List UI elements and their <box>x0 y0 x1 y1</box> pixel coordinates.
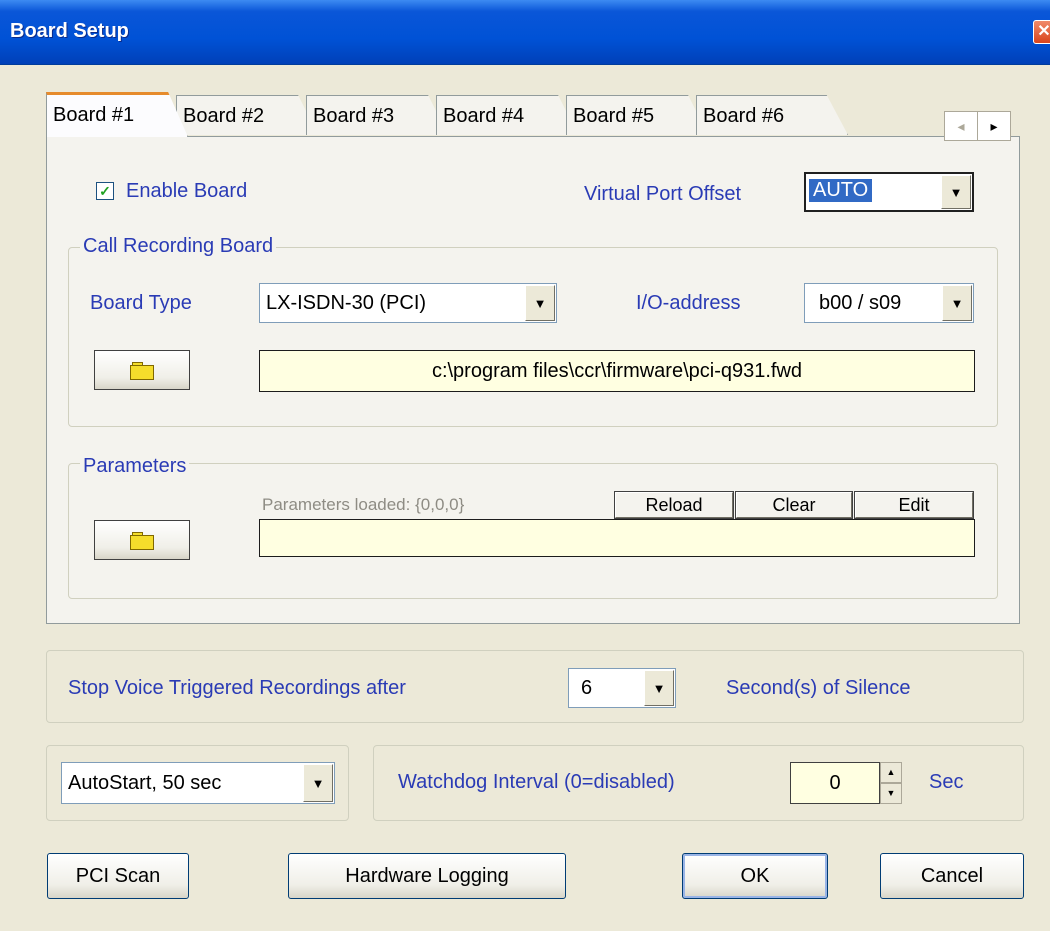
folder-icon <box>130 532 154 550</box>
firmware-path-field[interactable]: c:\program files\ccr\firmware\pci-q931.f… <box>259 350 975 392</box>
board-type-select[interactable]: LX-ISDN-30 (PCI) ▼ <box>259 283 557 323</box>
call-recording-board-group-label: Call Recording Board <box>80 235 277 258</box>
tab-label: Board #4 <box>443 105 525 127</box>
virtual-port-offset-select[interactable]: AUTO ▼ <box>804 172 974 212</box>
tab-board-3[interactable]: Board #3 <box>306 95 448 135</box>
close-icon: ✕ <box>1037 23 1050 40</box>
spin-down-icon: ▼ <box>886 788 896 798</box>
tab-board-2[interactable]: Board #2 <box>176 95 318 135</box>
tab-label: Board #1 <box>53 104 135 126</box>
close-button[interactable]: ✕ <box>1033 20 1050 44</box>
watchdog-interval-value: 0 <box>829 772 841 794</box>
virtual-port-offset-value: AUTO <box>809 179 873 202</box>
tab-board-4[interactable]: Board #4 <box>436 95 578 135</box>
silence-seconds-select[interactable]: 6 ▼ <box>568 668 676 708</box>
enable-board-checkbox[interactable]: ✓ <box>96 182 114 200</box>
cancel-label: Cancel <box>920 864 984 887</box>
tab-label: Board #6 <box>703 105 785 127</box>
ok-button[interactable]: OK <box>682 853 828 899</box>
chevron-down-icon: ▼ <box>644 670 674 706</box>
clear-label: Clear <box>772 494 816 515</box>
watchdog-spin-down[interactable]: ▼ <box>880 783 902 804</box>
parameters-field[interactable] <box>259 519 975 557</box>
chevron-down-icon: ▼ <box>303 764 333 802</box>
chevron-left-icon: ◂ <box>957 118 965 134</box>
io-address-value: b00 / s09 <box>819 292 902 314</box>
silence-suffix-label: Second(s) of Silence <box>726 677 911 699</box>
clear-button[interactable]: Clear <box>735 491 853 519</box>
firmware-path-value: c:\program files\ccr\firmware\pci-q931.f… <box>431 360 803 382</box>
tab-board-5[interactable]: Board #5 <box>566 95 708 135</box>
watchdog-unit-label: Sec <box>929 771 964 793</box>
ok-label: OK <box>740 864 770 887</box>
parameters-loaded-text: Parameters loaded: {0,0,0} <box>262 495 465 514</box>
watchdog-interval-input[interactable]: 0 <box>790 762 880 804</box>
tab-board-6[interactable]: Board #6 <box>696 95 848 135</box>
silence-seconds-value: 6 <box>581 677 593 699</box>
reload-button[interactable]: Reload <box>614 491 734 519</box>
chevron-down-icon: ▼ <box>941 175 971 209</box>
cancel-button[interactable]: Cancel <box>880 853 1024 899</box>
chevron-right-icon: ▸ <box>990 118 998 134</box>
autostart-select[interactable]: AutoStart, 50 sec ▼ <box>61 762 335 804</box>
tab-label: Board #2 <box>183 105 265 127</box>
silence-prefix-label: Stop Voice Triggered Recordings after <box>68 677 406 699</box>
title-bar: Board Setup ✕ <box>0 0 1050 65</box>
spin-up-icon: ▲ <box>886 767 896 777</box>
hardware-logging-label: Hardware Logging <box>345 864 509 887</box>
tab-scroll-left-button[interactable]: ◂ <box>944 111 978 141</box>
enable-board-label: Enable Board <box>126 180 248 202</box>
pci-scan-button[interactable]: PCI Scan <box>47 853 189 899</box>
reload-label: Reload <box>645 494 703 515</box>
tab-label: Board #3 <box>313 105 395 127</box>
tab-board-1[interactable]: Board #1 <box>46 92 188 137</box>
call-recording-board-group <box>68 247 998 427</box>
io-address-label: I/O-address <box>636 292 741 314</box>
folder-icon <box>130 362 154 380</box>
chevron-down-icon: ▼ <box>942 285 972 321</box>
watchdog-label: Watchdog Interval (0=disabled) <box>398 771 675 793</box>
tab-label: Board #5 <box>573 105 655 127</box>
virtual-port-offset-label: Virtual Port Offset <box>584 183 742 205</box>
chevron-down-icon: ▼ <box>525 285 555 321</box>
autostart-value: AutoStart, 50 sec <box>68 772 222 794</box>
hardware-logging-button[interactable]: Hardware Logging <box>288 853 566 899</box>
board-type-value: LX-ISDN-30 (PCI) <box>266 292 427 314</box>
edit-button[interactable]: Edit <box>854 491 974 519</box>
pci-scan-label: PCI Scan <box>75 864 161 887</box>
firmware-browse-button[interactable] <box>94 350 190 390</box>
board-type-label: Board Type <box>90 292 192 314</box>
io-address-select[interactable]: b00 / s09 ▼ <box>804 283 974 323</box>
watchdog-spin-up[interactable]: ▲ <box>880 762 902 783</box>
checkmark-icon: ✓ <box>99 183 111 199</box>
edit-label: Edit <box>898 494 930 515</box>
parameters-group-label: Parameters <box>80 455 190 478</box>
window-title: Board Setup <box>10 20 129 42</box>
parameters-browse-button[interactable] <box>94 520 190 560</box>
tab-scroll-right-button[interactable]: ▸ <box>977 111 1011 141</box>
